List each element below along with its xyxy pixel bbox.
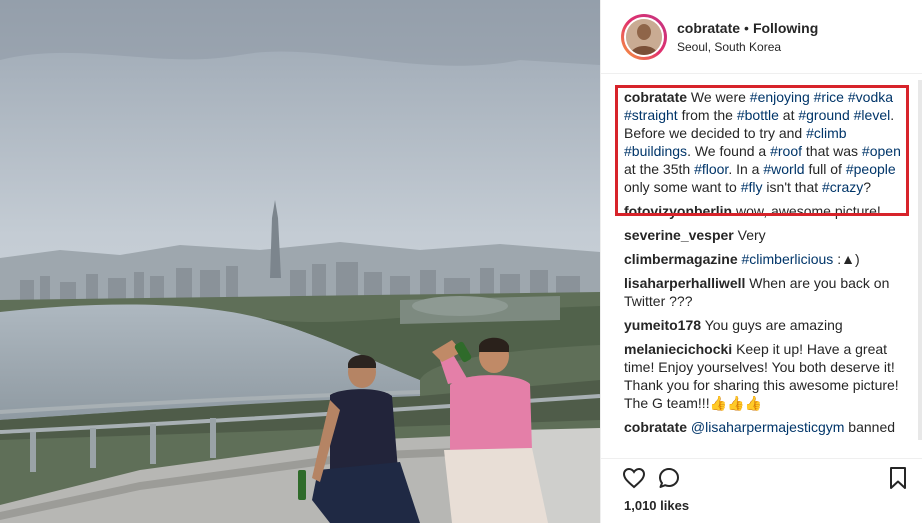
hashtag-link[interactable]: #enjoying: [750, 89, 810, 105]
comment-item: cobratate @lisaharpermajesticgym banned: [624, 418, 903, 436]
hashtag-link[interactable]: #open: [862, 143, 901, 159]
comment-text: at the 35th: [624, 161, 695, 177]
comment-item: melaniecichocki Keep it up! Have a great…: [624, 340, 903, 412]
comment-username[interactable]: melaniecichocki: [624, 341, 732, 357]
avatar-photo-icon: [626, 18, 662, 55]
hashtag-link[interactable]: #climb: [806, 125, 846, 141]
comment-username[interactable]: cobratate: [624, 419, 687, 435]
comment-list: fotovizyonberlin wow, awesome picture! se…: [624, 202, 903, 436]
hashtag-link[interactable]: #people: [846, 161, 896, 177]
post-caption: cobratate We were #enjoying #rice #vodka…: [615, 85, 909, 216]
hashtag-link[interactable]: #straight: [624, 107, 678, 123]
hashtag-link[interactable]: #bottle: [737, 107, 779, 123]
comment-icon[interactable]: [656, 465, 682, 491]
comment-text: from the: [677, 107, 737, 123]
comment-item: yumeito178 You guys are amazing: [624, 316, 903, 334]
post-side-panel: cobratate • Following Seoul, South Korea c…: [600, 0, 922, 523]
action-bar: [601, 458, 922, 490]
hashtag-link[interactable]: #crazy: [822, 179, 863, 195]
comment-text: :▲): [833, 251, 860, 267]
header-username[interactable]: cobratate: [677, 20, 740, 36]
hashtag-link[interactable]: #roof: [770, 143, 802, 159]
caption-username[interactable]: cobratate: [624, 89, 687, 105]
comment-username[interactable]: yumeito178: [624, 317, 701, 333]
comment-text: only some want to: [624, 179, 741, 195]
comment-text: Very: [737, 227, 766, 243]
hashtag-link[interactable]: #ground: [798, 107, 849, 123]
hashtag-link[interactable]: @lisaharpermajesticgym: [691, 419, 844, 435]
rooftop-seoul-photo: [0, 0, 600, 523]
comment-item: severine_vesper Very: [624, 226, 903, 244]
hashtag-link[interactable]: #climberlicious: [742, 251, 834, 267]
comment-username[interactable]: fotovizyonberlin: [624, 203, 732, 219]
hashtag-link[interactable]: #buildings: [624, 143, 687, 159]
comment-text: at: [778, 107, 799, 123]
comment-item: lisaharperhalliwell When are you back on…: [624, 274, 903, 310]
hashtag-link[interactable]: #fly: [741, 179, 763, 195]
instagram-post: cobratate • Following Seoul, South Korea c…: [0, 0, 922, 523]
comment-text: wow, awesome picture!: [736, 203, 881, 219]
comments-scrollbar[interactable]: [918, 80, 922, 440]
comment-text: banned: [844, 419, 896, 435]
location-link[interactable]: Seoul, South Korea: [677, 39, 818, 55]
comment-text: We were: [690, 89, 750, 105]
post-photo[interactable]: [0, 0, 600, 523]
post-header: cobratate • Following Seoul, South Korea: [601, 0, 922, 74]
header-separator: •: [744, 19, 749, 36]
comment-username[interactable]: lisaharperhalliwell: [624, 275, 745, 291]
comment-text: that was: [802, 143, 862, 159]
hashtag-link[interactable]: #world: [763, 161, 804, 177]
comment-item: climbermagazine #climberlicious :▲): [624, 250, 903, 268]
comment-username[interactable]: climbermagazine: [624, 251, 738, 267]
comment-text: full of: [804, 161, 846, 177]
likes-count[interactable]: 1,010 likes: [624, 498, 689, 513]
comment-text: . In a: [728, 161, 764, 177]
hashtag-link[interactable]: #level: [854, 107, 891, 123]
heart-icon[interactable]: [621, 465, 647, 491]
comment-text: . We found a: [687, 143, 771, 159]
hashtag-link[interactable]: #vodka: [848, 89, 893, 105]
comment-username[interactable]: severine_vesper: [624, 227, 734, 243]
hashtag-link[interactable]: #rice: [814, 89, 844, 105]
comments-section: cobratate We were #enjoying #rice #vodka…: [601, 74, 922, 448]
comment-item: fotovizyonberlin wow, awesome picture!: [624, 202, 903, 220]
avatar[interactable]: [621, 13, 667, 60]
comment-text: ?: [863, 179, 872, 195]
hashtag-link[interactable]: #floor: [694, 161, 728, 177]
bookmark-icon[interactable]: [885, 465, 911, 491]
comment-text: isn't that: [762, 179, 823, 195]
comment-text: You guys are amazing: [704, 317, 843, 333]
follow-status-button[interactable]: Following: [753, 20, 818, 36]
